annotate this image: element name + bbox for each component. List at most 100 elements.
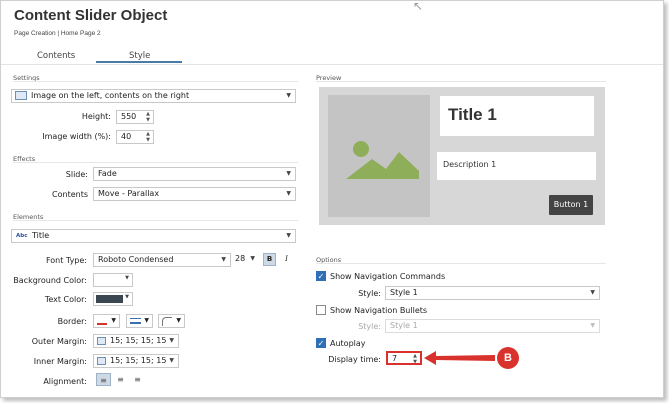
- stepper-arrows-icon[interactable]: ▲ ▼: [146, 131, 150, 143]
- nav-commands-checkbox[interactable]: ✓: [316, 271, 326, 281]
- text-element-icon: Abc: [16, 233, 28, 239]
- layout-value: Image on the left, contents on the right: [31, 91, 190, 100]
- chevron-down-icon: ▼: [250, 255, 255, 262]
- chevron-down-icon: ▼: [169, 337, 174, 344]
- border-width-button[interactable]: ▼: [126, 314, 153, 328]
- align-center-icon[interactable]: ≡: [113, 373, 128, 386]
- chevron-down-icon: ▼: [590, 322, 595, 329]
- autoplay-checkbox[interactable]: ✓: [316, 338, 326, 348]
- nav-style-label: Style:: [358, 289, 381, 298]
- chevron-down-icon: ▼: [125, 275, 129, 281]
- contents-dropdown[interactable]: Move - Parallax ▼: [93, 187, 296, 201]
- annotation-arrow: [424, 351, 495, 365]
- nav-bullets-checkbox[interactable]: [316, 305, 326, 315]
- display-time-value: 7: [392, 354, 398, 363]
- bullets-style-value: Style 1: [390, 321, 418, 330]
- height-label: Height:: [81, 112, 111, 121]
- display-time-label: Display time:: [328, 355, 381, 364]
- slide-value: Fade: [98, 169, 117, 178]
- image-width-stepper[interactable]: 40 ▲ ▼: [116, 130, 154, 144]
- text-color-swatch: [96, 295, 123, 303]
- image-width-label: Image width (%):: [42, 132, 111, 141]
- bg-color-swatch: [96, 276, 123, 284]
- height-stepper[interactable]: 550 ▲ ▼: [116, 110, 154, 124]
- bold-button[interactable]: B: [263, 253, 276, 266]
- stepper-arrows-icon[interactable]: ▲ ▼: [146, 111, 150, 123]
- dialog-window: Content Slider Object Page Creation | Ho…: [0, 0, 664, 398]
- annotation-badge: B: [497, 347, 519, 369]
- nav-style-value: Style 1: [390, 288, 418, 297]
- font-type-label: Font Type:: [45, 256, 87, 265]
- inner-margin-label: Inner Margin:: [33, 357, 87, 366]
- tab-bar: Contents Style: [1, 47, 663, 65]
- slide-label: Slide:: [65, 170, 88, 179]
- line-width-icon: [130, 318, 141, 324]
- align-left-icon[interactable]: ≡: [96, 373, 111, 386]
- display-time-stepper[interactable]: 7 ▲ ▼: [386, 351, 422, 365]
- margin-icon: [97, 337, 106, 345]
- mouse-cursor-icon: ↖: [413, 0, 424, 13]
- text-color-label: Text Color:: [44, 295, 87, 304]
- alignment-label: Alignment:: [43, 377, 87, 386]
- font-family-dropdown[interactable]: Roboto Condensed ▼: [93, 253, 231, 267]
- stepper-arrows-icon[interactable]: ▲ ▼: [413, 353, 417, 365]
- layout-dropdown[interactable]: Image on the left, contents on the right…: [11, 89, 296, 103]
- chevron-down-icon: ▼: [221, 256, 226, 263]
- tab-style[interactable]: Style: [129, 51, 150, 61]
- divider: [316, 263, 606, 264]
- border-color-button[interactable]: ▼: [93, 314, 120, 328]
- nav-commands-label: Show Navigation Commands: [330, 272, 446, 281]
- bullets-style-label: Style:: [358, 322, 381, 331]
- chevron-down-icon: ▼: [286, 170, 291, 177]
- italic-button[interactable]: I: [280, 253, 293, 266]
- chevron-down-icon: ▼: [176, 317, 181, 324]
- pen-icon: [97, 317, 107, 325]
- preview-description: Description 1: [437, 152, 596, 180]
- text-color-picker[interactable]: ▼: [93, 292, 133, 306]
- nav-style-dropdown[interactable]: Style 1 ▼: [385, 286, 600, 300]
- bullets-style-dropdown: Style 1 ▼: [385, 319, 600, 333]
- nav-bullets-label: Show Navigation Bullets: [330, 306, 428, 315]
- slide-dropdown[interactable]: Fade ▼: [93, 167, 296, 181]
- preview-title: Title 1: [440, 96, 594, 136]
- font-size-value: 28: [235, 254, 246, 263]
- chevron-down-icon: ▼: [286, 92, 291, 99]
- divider: [316, 81, 606, 82]
- font-value: Roboto Condensed: [98, 255, 174, 264]
- divider: [13, 81, 298, 82]
- chevron-down-icon: ▼: [111, 317, 116, 324]
- image-placeholder-icon: [346, 141, 419, 179]
- preview-button: Button 1: [549, 195, 593, 215]
- chevron-down-icon: ▼: [144, 317, 149, 324]
- contents-label: Contents: [52, 190, 88, 199]
- border-label: Border:: [57, 317, 87, 326]
- outer-margin-value: 15; 15; 15; 15: [110, 336, 167, 345]
- breadcrumb: Page Creation | Home Page 2: [14, 30, 101, 37]
- chevron-down-icon: ▼: [125, 294, 129, 300]
- autoplay-label: Autoplay: [330, 339, 366, 348]
- chevron-down-icon: ▼: [169, 357, 174, 364]
- bg-color-label: Background Color:: [13, 276, 87, 285]
- margin-icon: [97, 357, 106, 365]
- inner-margin-field[interactable]: 15; 15; 15; 15 ▼: [93, 354, 179, 368]
- image-placeholder: [328, 95, 430, 217]
- layout-icon: [15, 91, 27, 100]
- font-size-dropdown[interactable]: 28 ▼: [231, 253, 259, 267]
- inner-margin-value: 15; 15; 15; 15: [110, 356, 167, 365]
- element-dropdown[interactable]: Abc Title ▼: [11, 229, 296, 243]
- tab-contents[interactable]: Contents: [37, 51, 75, 61]
- outer-margin-field[interactable]: 15; 15; 15; 15 ▼: [93, 334, 179, 348]
- page-title: Content Slider Object: [14, 7, 168, 24]
- image-width-value: 40: [121, 132, 132, 141]
- border-style-button[interactable]: ▼: [158, 314, 185, 328]
- bg-color-picker[interactable]: ▼: [93, 273, 133, 287]
- height-value: 550: [121, 112, 137, 121]
- contents-value: Move - Parallax: [98, 189, 160, 198]
- outer-margin-label: Outer Margin:: [31, 337, 87, 346]
- divider: [13, 162, 298, 163]
- slider-preview: Title 1 Description 1 Button 1: [319, 87, 605, 225]
- active-tab-indicator: [96, 61, 182, 63]
- divider: [13, 220, 298, 221]
- chevron-down-icon: ▼: [286, 232, 291, 239]
- align-right-icon[interactable]: ≡: [130, 373, 145, 386]
